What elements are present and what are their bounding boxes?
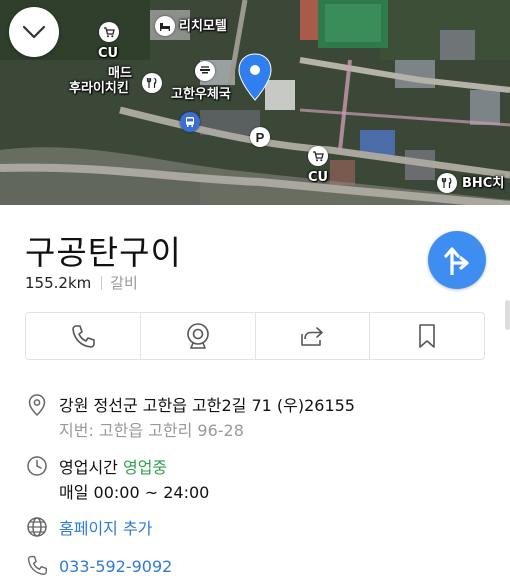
mad-fried-label: 매드 후라이치킨 <box>69 66 132 96</box>
share-button[interactable] <box>256 313 371 359</box>
open-status: 영업중 <box>122 458 168 477</box>
hours-value: 매일 00:00 ~ 24:00 <box>59 483 210 502</box>
bed-icon[interactable] <box>155 16 175 36</box>
directions-icon <box>444 247 469 275</box>
hours-label: 영업시간 <box>59 458 118 477</box>
call-button[interactable] <box>26 313 141 359</box>
bookmark-icon <box>419 324 435 348</box>
cart-icon[interactable] <box>99 22 119 42</box>
post-office-icon[interactable] <box>195 61 215 81</box>
phone-row: 033-592-9092 <box>25 554 172 579</box>
directions-button[interactable] <box>428 231 486 289</box>
phone-icon <box>72 325 95 348</box>
restaurant-icon[interactable] <box>142 73 162 93</box>
distance: 155.2km <box>25 273 92 292</box>
bookmark-button[interactable] <box>370 313 484 359</box>
hours-row: 영업시간 영업중 매일 00:00 ~ 24:00 <box>25 455 209 505</box>
category: 갈비 <box>110 274 138 292</box>
place-title: 구공탄구이 <box>25 233 182 272</box>
share-icon <box>301 327 324 346</box>
cu-bottom-label: CU <box>308 170 329 185</box>
place-meta: 155.2km 갈비 <box>25 272 138 293</box>
address-row: 강원 정선군 고한읍 고한2길 71 (우)26155 지번: 고한읍 고한리 … <box>25 393 355 443</box>
location-pin-icon[interactable] <box>236 52 274 106</box>
action-bar <box>25 312 485 360</box>
road-address[interactable]: 강원 정선군 고한읍 고한2길 71 (우)26155 <box>59 393 355 418</box>
scroll-edge <box>505 300 510 330</box>
restaurant-icon[interactable] <box>437 173 457 193</box>
map-view[interactable]: CU 리치모텔 매드 후라이치킨 고한우체국 P CU BHC치 <box>0 0 510 205</box>
divider <box>101 275 103 290</box>
globe-icon <box>25 516 49 540</box>
hours-heading: 영업시간 영업중 <box>59 455 209 480</box>
gohan-post-label: 고한우체국 <box>171 87 231 102</box>
chevron-down-icon <box>22 25 46 39</box>
cu-top-label: CU <box>98 46 119 61</box>
cart-icon[interactable] <box>308 146 328 166</box>
collapse-button[interactable] <box>9 7 59 57</box>
bhc-label: BHC치 <box>462 176 505 191</box>
street-view-button[interactable] <box>141 313 256 359</box>
homepage-row: 홈페이지 추가 <box>25 516 152 541</box>
lot-address: 지번: 고한읍 고한리 96-28 <box>59 421 244 440</box>
phone-icon <box>25 554 49 578</box>
clock-icon <box>25 455 49 479</box>
camera-view-icon <box>186 323 209 349</box>
add-homepage-link[interactable]: 홈페이지 추가 <box>59 516 152 541</box>
richi-motel-label: 리치모텔 <box>179 19 227 34</box>
location-marker-icon <box>25 393 49 417</box>
phone-number-link[interactable]: 033-592-9092 <box>59 554 172 579</box>
parking-icon[interactable]: P <box>250 127 270 147</box>
bus-stop-icon[interactable] <box>180 112 200 132</box>
